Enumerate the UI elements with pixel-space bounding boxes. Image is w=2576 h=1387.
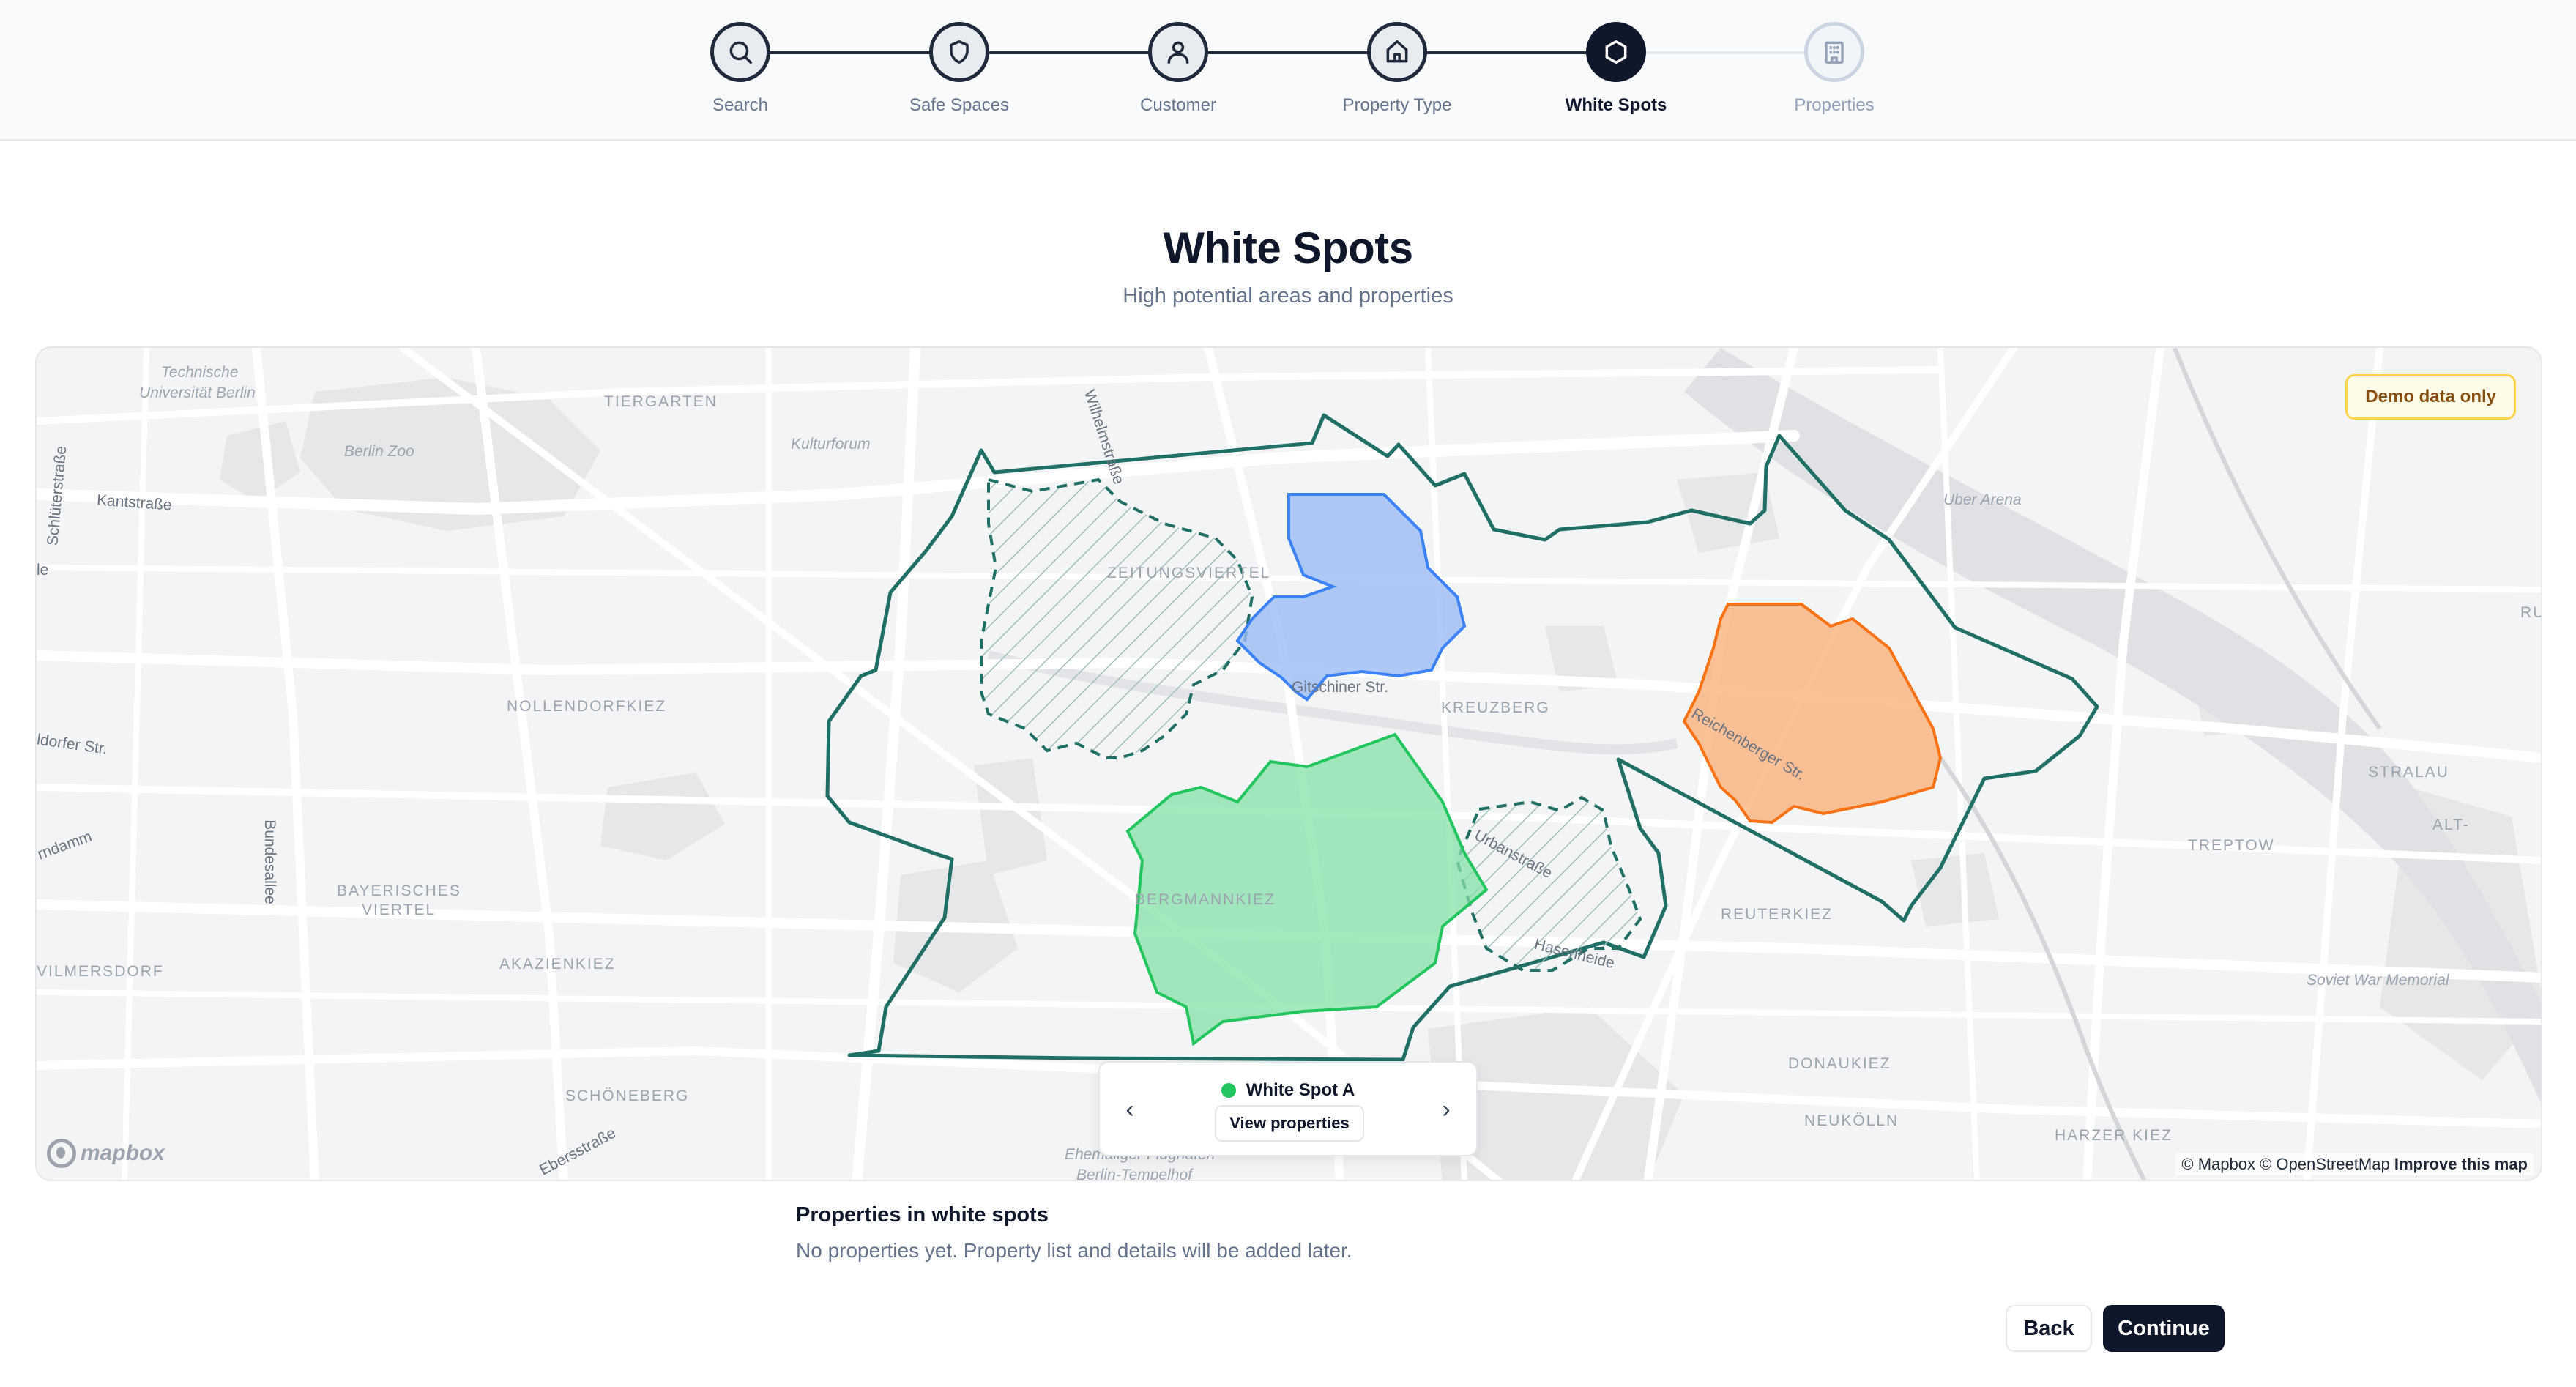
properties-empty-text: No properties yet. Property list and det… — [796, 1239, 1352, 1262]
map-attribution: © Mapbox © OpenStreetMap Improve this ma… — [2175, 1153, 2534, 1175]
label-akazienkiez: AKAZIENKIEZ — [499, 956, 616, 973]
label-alt: ALT- — [2432, 817, 2470, 833]
white-spot-card-name: White Spot A — [1246, 1080, 1355, 1100]
properties-section-title: Properties in white spots — [796, 1203, 1049, 1227]
label-bayerisches: BAYERISCHES — [337, 882, 461, 899]
next-spot-button[interactable]: › — [1435, 1095, 1457, 1124]
page-subtitle: High potential areas and properties — [1123, 284, 1453, 308]
search-icon — [729, 41, 752, 64]
label-tempelhof-2: Berlin-Tempelhof — [1076, 1167, 1192, 1181]
step-customer[interactable]: Customer — [1068, 22, 1288, 116]
railway — [1938, 756, 2147, 1180]
home-icon — [1386, 40, 1408, 63]
step-properties-label: Properties — [1794, 95, 1875, 115]
label-je: le — [37, 562, 49, 579]
label-zeitungsviertel: ZEITUNGSVIERTEL — [1107, 565, 1271, 581]
label-reuterkiez: REUTERKIEZ — [1721, 906, 1834, 923]
label-stralau: STRALAU — [2368, 764, 2449, 781]
label-treptow: TREPTOW — [2188, 837, 2275, 854]
hexagon-icon — [1605, 40, 1627, 64]
label-bundesallee: Bundesallee — [261, 819, 278, 904]
mapbox-logo-icon — [47, 1139, 76, 1168]
label-donaukiez: DONAUKIEZ — [1788, 1055, 1891, 1072]
step-property-type[interactable]: Property Type — [1287, 22, 1507, 116]
label-neukoelln: NEUKÖLLN — [1804, 1112, 1899, 1129]
stepper: Search Safe Spaces Customer Property Typ… — [0, 0, 2576, 141]
label-tiergarten: TIERGARTEN — [604, 393, 718, 410]
step-properties-circle — [1804, 22, 1864, 82]
map-canvas[interactable] — [37, 348, 2542, 1181]
step-customer-label: Customer — [1139, 95, 1217, 115]
view-properties-button[interactable]: View properties — [1215, 1105, 1364, 1142]
white-spot-a-polygon[interactable] — [1125, 732, 1489, 1046]
label-gitschiner: Gitschiner Str. — [1292, 679, 1388, 696]
step-properties[interactable]: Properties — [1724, 22, 1944, 116]
step-safe-spaces-label: Safe Spaces — [909, 95, 1010, 115]
step-safe-spaces[interactable]: Safe Spaces — [849, 22, 1069, 116]
step-search-label: Search — [712, 95, 769, 115]
label-wilmersdorf: VILMERSDORF — [37, 963, 164, 980]
label-soviet-memorial: Soviet War Memorial — [2307, 972, 2449, 989]
shield-icon — [950, 40, 969, 64]
label-uber-arena: Uber Arena — [1943, 491, 2022, 508]
step-customer-circle — [1148, 22, 1208, 82]
label-nollendorfkiez: NOLLENDORFKIEZ — [507, 698, 667, 715]
demo-data-badge: Demo data only — [2345, 374, 2516, 420]
mapbox-logo[interactable]: mapbox — [47, 1139, 165, 1168]
label-kreuzberg: KREUZBERG — [1441, 699, 1550, 716]
step-white-spots-label: White Spots — [1565, 95, 1667, 115]
white-spot-card-title: White Spot A — [1100, 1080, 1476, 1101]
back-button[interactable]: Back — [2006, 1305, 2092, 1352]
page-title: White Spots — [1163, 223, 1413, 272]
label-ru: RU — [2520, 604, 2541, 621]
map[interactable]: Technische Universität Berlin TIERGARTEN… — [35, 346, 2542, 1181]
white-spot-orange-polygon[interactable] — [1682, 603, 1943, 825]
step-search[interactable]: Search — [630, 22, 850, 116]
building-icon — [1825, 41, 1844, 64]
step-search-circle — [710, 22, 770, 82]
continue-button[interactable]: Continue — [2103, 1305, 2225, 1352]
white-spot-color-dot — [1221, 1083, 1236, 1098]
step-property-type-label: Property Type — [1342, 95, 1452, 115]
user-icon — [1167, 41, 1189, 64]
attribution-text: © Mapbox © OpenStreetMap — [2181, 1155, 2390, 1173]
hatched-spot-west — [980, 477, 1254, 759]
white-spot-card: ‹ White Spot A View properties › — [1098, 1061, 1478, 1156]
label-bergmannkiez: BERGMANNKIEZ — [1135, 891, 1276, 908]
label-harzer-kiez: HARZER KIEZ — [2055, 1127, 2173, 1144]
step-white-spots-circle — [1586, 22, 1646, 82]
label-tu-2: Universität Berlin — [139, 384, 256, 401]
label-tu: Technische — [161, 364, 239, 381]
mapbox-logo-text: mapbox — [81, 1141, 165, 1165]
step-white-spots[interactable]: White Spots — [1506, 22, 1726, 116]
label-schoeneberg: SCHÖNEBERG — [565, 1087, 690, 1104]
step-safe-spaces-circle — [929, 22, 989, 82]
improve-map-link[interactable]: Improve this map — [2394, 1155, 2528, 1173]
label-kulturforum: Kulturforum — [791, 436, 871, 453]
label-zoo: Berlin Zoo — [344, 443, 414, 460]
label-viertel: VIERTEL — [362, 901, 436, 918]
step-property-type-circle — [1367, 22, 1427, 82]
